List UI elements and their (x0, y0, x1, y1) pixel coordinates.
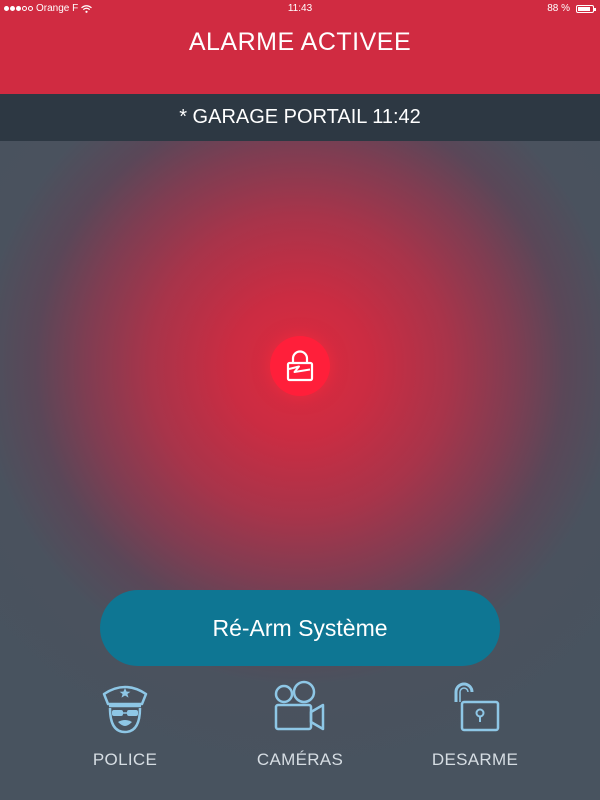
alarm-status-indicator (270, 336, 330, 396)
disarm-label: DESARME (431, 750, 519, 769)
police-officer-icon (102, 685, 148, 734)
disarm-button[interactable]: DESARME (395, 680, 555, 770)
police-label: POLICE (92, 750, 158, 769)
broken-lock-icon (286, 350, 314, 382)
page-title: ALARME ACTIVEE (188, 28, 412, 56)
rearm-system-label: Ré-Arm Système (212, 614, 388, 641)
battery-percent: 88 % (547, 3, 570, 14)
event-banner[interactable]: * GARAGE PORTAIL 11:42 (0, 94, 600, 141)
video-camera-icon (274, 680, 325, 731)
status-bar: Orange F 11:43 88 % (0, 0, 600, 18)
status-time: 11:43 (287, 3, 313, 14)
cameras-label: CAMÉRAS (256, 750, 344, 769)
battery-group: 88 % (547, 3, 596, 14)
event-text: * GARAGE PORTAIL 11:42 (179, 106, 421, 128)
unlocked-padlock-icon (454, 682, 500, 732)
police-button[interactable]: POLICE (45, 680, 205, 770)
battery-icon (576, 4, 596, 13)
cameras-button[interactable]: CAMÉRAS (220, 680, 380, 770)
rearm-system-button[interactable]: Ré-Arm Système (100, 590, 500, 666)
